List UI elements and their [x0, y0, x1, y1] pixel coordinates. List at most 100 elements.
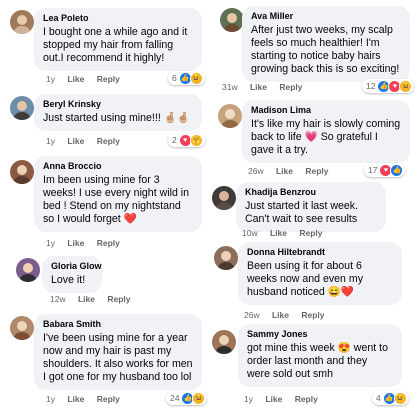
- haha-reaction-icon: 😆: [192, 391, 206, 405]
- comment-time[interactable]: 12w: [50, 294, 66, 304]
- reply-button[interactable]: Reply: [97, 136, 120, 146]
- reply-button[interactable]: Reply: [97, 394, 120, 404]
- comment-bubble: Khadija Benzrou Just started it last wee…: [236, 182, 386, 232]
- reaction-count: 17: [368, 165, 378, 175]
- comment-text: Just started it last week. Can't wait to…: [245, 200, 359, 225]
- reply-button[interactable]: Reply: [305, 166, 328, 176]
- avatar[interactable]: [212, 186, 236, 210]
- commenter-name[interactable]: Sammy Jones: [247, 329, 393, 340]
- reaction-summary[interactable]: 4 👍 😆: [372, 391, 409, 405]
- comment-time[interactable]: 1y: [46, 136, 55, 146]
- comment-bubble: Babara Smith I've been using mine for a …: [34, 314, 202, 390]
- comment-time[interactable]: 26w: [244, 310, 260, 320]
- like-button[interactable]: Like: [250, 82, 267, 92]
- comment-text: Just started using mine!!! 🤞🏼🤞🏼: [43, 112, 191, 124]
- comment-time[interactable]: 31w: [222, 82, 238, 92]
- comment-time[interactable]: 1y: [244, 394, 253, 404]
- reply-button[interactable]: Reply: [299, 228, 322, 238]
- comment-time[interactable]: 26w: [248, 166, 264, 176]
- reply-button[interactable]: Reply: [301, 310, 324, 320]
- avatar[interactable]: [218, 104, 242, 128]
- haha-reaction-icon: 😆: [393, 391, 407, 405]
- like-button[interactable]: Like: [276, 166, 293, 176]
- right-comment-column: Ava Miller After just two weeks, my scal…: [208, 0, 416, 416]
- like-button[interactable]: Like: [265, 394, 282, 404]
- comment-bubble: Anna Broccio Im been using mine for 3 we…: [34, 156, 202, 232]
- commenter-name[interactable]: Lea Poleto: [43, 13, 193, 24]
- left-comment-column: Lea Poleto I bought one a while ago and …: [0, 0, 208, 416]
- reaction-summary[interactable]: 12 👍 ♥ 😆: [362, 79, 415, 93]
- comment-bubble: Madison Lima It's like my hair is slowly…: [242, 100, 410, 163]
- comment-bubble: Sammy Jones got mine this week 😍 went to…: [238, 324, 402, 387]
- comment-bubble: Gloria Glow Love it!: [42, 256, 102, 293]
- like-button[interactable]: Like: [67, 394, 84, 404]
- commenter-name[interactable]: Gloria Glow: [51, 261, 102, 272]
- comment-time[interactable]: 1y: [46, 74, 55, 84]
- commenter-name[interactable]: Babara Smith: [43, 319, 193, 330]
- like-button[interactable]: Like: [67, 238, 84, 248]
- comment-text: It's like my hair is slowly coming back …: [251, 118, 401, 156]
- comment-actions: 12w Like Reply: [50, 294, 141, 304]
- reaction-count: 24: [170, 393, 180, 403]
- comment-text: I bought one a while ago and it stopped …: [43, 26, 188, 64]
- comment-bubble: Ava Miller After just two weeks, my scal…: [242, 6, 410, 82]
- like-button[interactable]: Like: [67, 74, 84, 84]
- comment-text: Love it!: [51, 274, 86, 286]
- comment-text: Im been using mine for 3 weeks! I use ev…: [43, 174, 190, 225]
- comment-text: Been using it for about 6 weeks now and …: [247, 260, 364, 298]
- comment-text: After just two weeks, my scalp feels so …: [251, 24, 400, 75]
- comment-bubble: Lea Poleto I bought one a while ago and …: [34, 8, 202, 71]
- reaction-summary[interactable]: 24 👍 😆: [166, 391, 208, 405]
- like-button[interactable]: Like: [67, 136, 84, 146]
- avatar[interactable]: [10, 10, 34, 34]
- haha-reaction-icon: 😆: [189, 71, 203, 85]
- avatar[interactable]: [16, 258, 40, 282]
- avatar[interactable]: [214, 246, 238, 270]
- like-button[interactable]: Like: [272, 310, 289, 320]
- reply-button[interactable]: Reply: [97, 74, 120, 84]
- avatar[interactable]: [10, 316, 34, 340]
- avatar[interactable]: [220, 8, 244, 32]
- comment-actions: 1y Like Reply: [46, 238, 130, 248]
- avatar[interactable]: [10, 96, 34, 120]
- comment-actions: 1y Like Reply: [46, 74, 130, 84]
- reaction-count: 2: [172, 135, 177, 145]
- commenter-name[interactable]: Madison Lima: [251, 105, 401, 116]
- care-reaction-icon: 🤗: [189, 133, 203, 147]
- reply-button[interactable]: Reply: [97, 238, 120, 248]
- reaction-summary[interactable]: 2 ♥ 🤗: [168, 133, 205, 147]
- comment-time[interactable]: 1y: [46, 238, 55, 248]
- comment-actions: 26w Like Reply: [244, 310, 335, 320]
- commenter-name[interactable]: Donna Hiltebrandt: [247, 247, 393, 258]
- commenter-name[interactable]: Beryl Krinsky: [43, 99, 193, 110]
- reaction-summary[interactable]: 6 👍 😆: [168, 71, 205, 85]
- comment-actions: 10w Like Reply: [242, 228, 333, 238]
- comment-bubble: Beryl Krinsky Just started using mine!!!…: [34, 94, 202, 131]
- reply-button[interactable]: Reply: [107, 294, 130, 304]
- comment-bubble: Donna Hiltebrandt Been using it for abou…: [238, 242, 402, 305]
- commenter-name[interactable]: Ava Miller: [251, 11, 401, 22]
- reaction-count: 6: [172, 73, 177, 83]
- commenter-name[interactable]: Anna Broccio: [43, 161, 193, 172]
- comment-actions: 31w Like Reply: [222, 82, 313, 92]
- like-reaction-icon: 👍: [390, 163, 404, 177]
- reply-button[interactable]: Reply: [279, 82, 302, 92]
- reply-button[interactable]: Reply: [295, 394, 318, 404]
- comment-actions: 1y Like Reply: [244, 394, 328, 404]
- comment-time[interactable]: 10w: [242, 228, 258, 238]
- reaction-count: 4: [376, 393, 381, 403]
- commenter-name[interactable]: Khadija Benzrou: [245, 187, 377, 198]
- reaction-count: 12: [366, 81, 376, 91]
- comment-time[interactable]: 1y: [46, 394, 55, 404]
- comment-actions: 1y Like Reply: [46, 136, 130, 146]
- avatar[interactable]: [10, 160, 34, 184]
- comment-actions: 1y Like Reply: [46, 394, 130, 404]
- like-button[interactable]: Like: [270, 228, 287, 238]
- avatar[interactable]: [212, 330, 236, 354]
- comment-actions: 26w Like Reply: [248, 166, 339, 176]
- haha-reaction-icon: 😆: [399, 79, 413, 93]
- comment-text: got mine this week 😍 went to order last …: [247, 342, 388, 380]
- comment-text: I've been using mine for a year now and …: [43, 332, 193, 383]
- like-button[interactable]: Like: [78, 294, 95, 304]
- reaction-summary[interactable]: 17 ♥ 👍: [364, 163, 406, 177]
